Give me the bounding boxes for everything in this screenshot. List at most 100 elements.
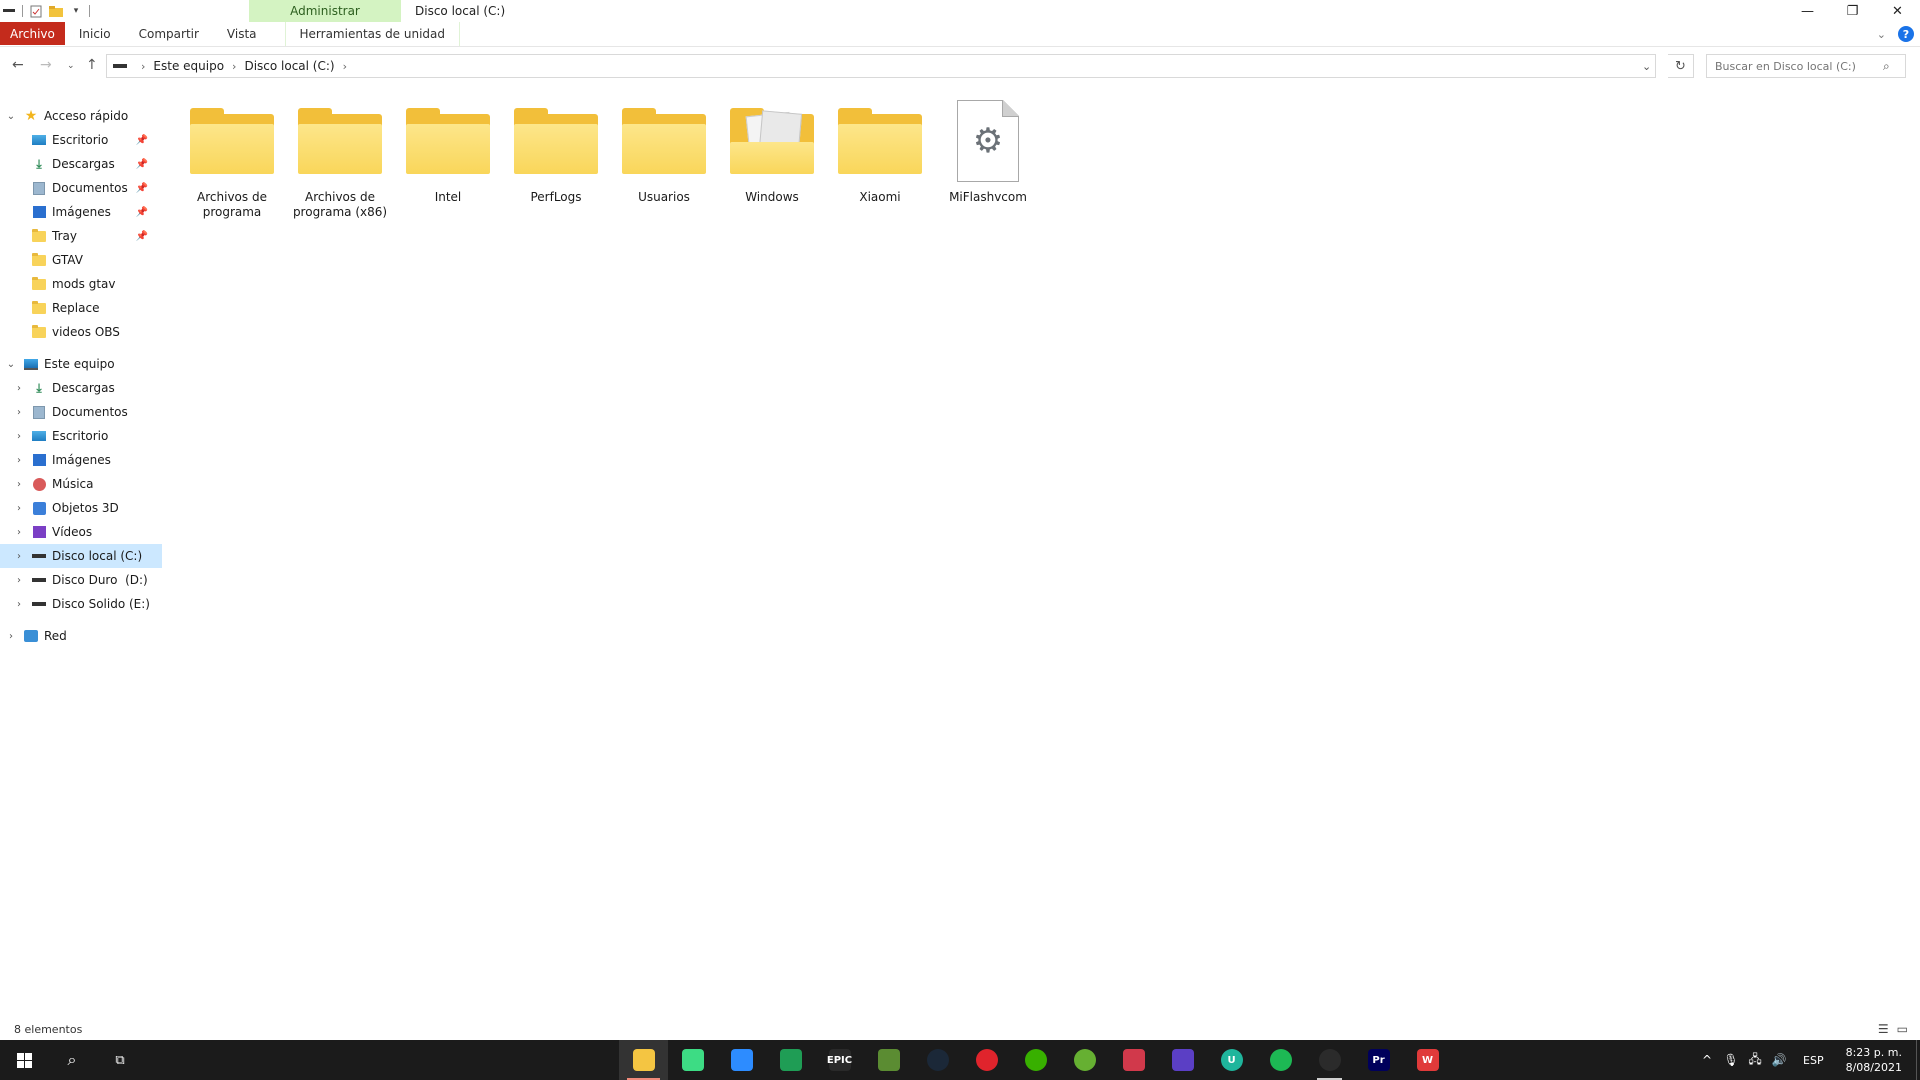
expand-chevron-icon[interactable]: › [14,455,24,466]
search-icon[interactable]: ⌕ [1883,59,1890,74]
collapse-chevron-icon[interactable]: ⌄ [6,111,16,122]
breadcrumb-disco-local[interactable]: Disco local (C:) [244,59,334,73]
taskbar-app-steam[interactable] [913,1040,962,1080]
taskbar-app-epic-games[interactable]: EPIC [815,1040,864,1080]
nav-qa-escritorio[interactable]: Escritorio 📌 [0,128,162,152]
nav-pc-documentos[interactable]: › Documentos [0,400,162,424]
folder-item[interactable]: Windows [718,100,826,205]
nav-este-equipo[interactable]: ⌄ Este equipo [0,352,162,376]
folder-item[interactable]: PerfLogs [502,100,610,205]
forward-arrow-icon[interactable]: → [40,57,52,73]
nav-red[interactable]: › Red [0,624,162,648]
minimize-button[interactable]: — [1785,0,1830,22]
breadcrumb-separator-icon[interactable]: › [232,60,236,73]
tab-compartir[interactable]: Compartir [125,22,213,46]
search-box[interactable]: ⌕ [1706,54,1906,78]
customize-icon[interactable]: ▾ [69,4,83,18]
expand-chevron-icon[interactable]: › [14,431,24,442]
collapse-chevron-icon[interactable]: ⌄ [6,359,16,370]
new-folder-icon[interactable] [49,4,63,18]
taskbar-app-obs[interactable] [1305,1040,1354,1080]
refresh-button[interactable]: ↻ [1668,54,1694,78]
taskbar-app-utorrent[interactable] [1060,1040,1109,1080]
tab-inicio[interactable]: Inicio [65,22,125,46]
taskbar-app-app-green-1[interactable] [1011,1040,1060,1080]
expand-chevron-icon[interactable]: › [14,503,24,514]
nav-qa-descargas[interactable]: ⤓ Descargas 📌 [0,152,162,176]
tab-herramientas-de-unidad[interactable]: Herramientas de unidad [284,22,461,46]
taskbar-app-minecraft[interactable] [864,1040,913,1080]
folder-item[interactable]: Intel [394,100,502,205]
start-button[interactable] [0,1040,48,1080]
nav-pc-objetos-3d[interactable]: › Objetos 3D [0,496,162,520]
expand-ribbon-icon[interactable]: ⌄ [1877,28,1886,41]
nav-qa-imagenes[interactable]: Imágenes 📌 [0,200,162,224]
nav-pc-escritorio[interactable]: › Escritorio [0,424,162,448]
taskbar-app-spotify[interactable] [1256,1040,1305,1080]
taskbar-app-file-explorer[interactable] [619,1040,668,1080]
folder-item[interactable]: Usuarios [610,100,718,205]
taskbar-app-launcher-green[interactable] [766,1040,815,1080]
nav-pc-descargas[interactable]: › ⤓ Descargas [0,376,162,400]
show-hidden-icons-chevron-icon[interactable]: ^ [1695,1040,1719,1080]
tab-vista[interactable]: Vista [213,22,271,46]
nav-quick-access[interactable]: ⌄ ★ Acceso rápido [0,104,162,128]
nav-qa-gtav[interactable]: GTAV [0,248,162,272]
pin-icon[interactable]: 📌 [136,183,148,194]
close-button[interactable]: ✕ [1875,0,1920,22]
pin-icon[interactable]: 📌 [136,135,148,146]
nav-pc-disco-duro-d[interactable]: › Disco Duro (D:) [0,568,162,592]
nav-pc-disco-solido-e[interactable]: › Disco Solido (E:) [0,592,162,616]
nav-qa-documentos[interactable]: Documentos 📌 [0,176,162,200]
pin-icon[interactable]: 📌 [136,207,148,218]
pin-icon[interactable]: 📌 [136,159,148,170]
address-bar[interactable]: › Este equipo › Disco local (C:) › [106,54,1656,78]
search-button[interactable]: ⌕ [48,1040,96,1080]
taskbar-app-zoom[interactable] [717,1040,766,1080]
taskbar-app-app-purple[interactable] [1158,1040,1207,1080]
clock[interactable]: 8:23 p. m. 8/08/2021 [1836,1045,1912,1075]
details-view-icon[interactable]: ☰ [1878,1022,1889,1036]
expand-chevron-icon[interactable]: › [14,383,24,394]
expand-chevron-icon[interactable]: › [14,575,24,586]
expand-chevron-icon[interactable]: › [14,551,24,562]
pin-icon[interactable]: 📌 [136,231,148,242]
expand-chevron-icon[interactable]: › [14,599,24,610]
search-input[interactable] [1715,59,1883,73]
taskbar-app-android-studio[interactable] [668,1040,717,1080]
folder-item[interactable]: Archivos de programa [178,100,286,220]
expand-chevron-icon[interactable]: › [14,479,24,490]
address-history-chevron-icon[interactable]: ⌄ [1642,60,1651,73]
expand-chevron-icon[interactable]: › [14,527,24,538]
folder-item[interactable]: Archivos de programa (x86) [286,100,394,220]
up-arrow-icon[interactable]: ↑ [86,57,98,73]
expand-chevron-icon[interactable]: › [6,631,16,642]
large-icons-view-icon[interactable]: ▭ [1897,1022,1908,1036]
taskbar-app-app-tools[interactable] [1109,1040,1158,1080]
nav-qa-mods-gtav[interactable]: mods gtav [0,272,162,296]
taskbar-app-opera[interactable] [962,1040,1011,1080]
file-item[interactable]: ⚙ MiFlashvcom [934,100,1042,205]
nav-pc-videos[interactable]: › Vídeos [0,520,162,544]
back-arrow-icon[interactable]: ← [12,57,24,73]
nav-qa-replace[interactable]: Replace [0,296,162,320]
breadcrumb-separator-icon[interactable]: › [343,60,347,73]
folder-item[interactable]: Xiaomi [826,100,934,205]
recent-locations-chevron-icon[interactable]: ⌄ [67,61,75,71]
nav-pc-musica[interactable]: › Música [0,472,162,496]
tab-archivo[interactable]: Archivo [0,22,65,45]
nav-qa-tray[interactable]: Tray 📌 [0,224,162,248]
nav-pc-imagenes[interactable]: › Imágenes [0,448,162,472]
volume-icon[interactable]: 🔊 [1767,1040,1791,1080]
show-desktop-button[interactable] [1916,1040,1920,1080]
nav-pc-disco-local-c[interactable]: › Disco local (C:) [0,544,162,568]
network-icon[interactable]: 🖧 [1743,1040,1767,1080]
microphone-icon[interactable]: 🎙 [1719,1040,1743,1080]
taskbar-app-app-teal-u[interactable]: U [1207,1040,1256,1080]
nav-qa-videos-obs[interactable]: videos OBS [0,320,162,344]
taskbar-app-wps-office[interactable]: W [1403,1040,1452,1080]
restore-button[interactable]: ❐ [1830,0,1875,22]
properties-icon[interactable] [29,4,43,18]
taskbar-app-premiere-pro[interactable]: Pr [1354,1040,1403,1080]
language-indicator[interactable]: ESP [1791,1054,1836,1067]
